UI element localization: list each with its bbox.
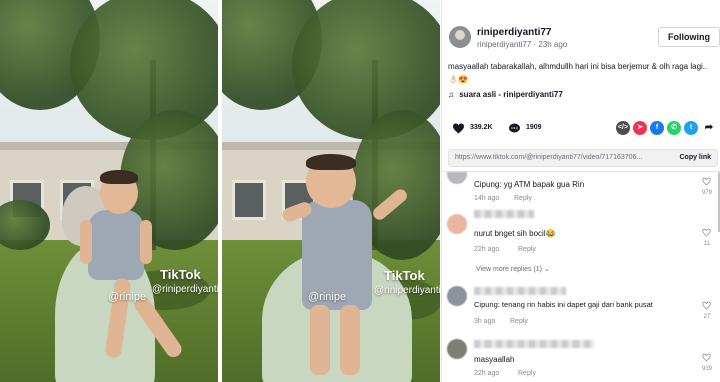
- comment-author-redacted: [474, 287, 566, 295]
- reply-button[interactable]: Reply: [514, 195, 532, 202]
- comment-like-count: 27: [703, 314, 711, 320]
- view-more-replies-label: View more replies (1): [476, 266, 543, 273]
- author-avatar[interactable]: [449, 26, 471, 48]
- comments-divider: [442, 171, 720, 172]
- comment-body: masyaallah: [474, 355, 515, 364]
- commenter-avatar[interactable]: [447, 172, 467, 184]
- copy-link-button[interactable]: Copy link: [679, 154, 711, 161]
- copy-link-box: https://www.tiktok.com/@riniperdiyanti77…: [448, 149, 718, 167]
- comment-time: 14h ago: [474, 195, 500, 202]
- reply-button[interactable]: Reply: [510, 318, 528, 325]
- comment-text: Cipung: yg ATM bapak gua Rin: [474, 180, 584, 189]
- comment-heart-icon[interactable]: [702, 177, 711, 186]
- comment-body: Cipung: tenang rin habis ini dapet gaji …: [474, 300, 653, 309]
- comment-heart-icon[interactable]: [702, 353, 711, 362]
- facebook-icon[interactable]: f: [650, 121, 664, 135]
- comment-time: 3h ago: [474, 318, 496, 325]
- commenter-avatar[interactable]: [447, 214, 467, 234]
- comment-body: nurut bnget sih bocil😂: [474, 229, 556, 238]
- author-subline: riniperdiyanti77 · 23h ago: [477, 40, 568, 49]
- tiktok-watermark-logo: TikTok: [160, 267, 201, 282]
- comment-time: 22h ago: [474, 246, 500, 253]
- comment-count: 1909: [526, 124, 542, 131]
- music-note-icon: ♫: [448, 90, 454, 99]
- tiktok-watermark-user: @riniperdiyanti77: [374, 285, 440, 296]
- comment-time: 22h ago: [474, 370, 500, 377]
- video-handle-overlay: @rinipe: [308, 291, 347, 303]
- garden-scene: [0, 0, 218, 382]
- comment-body: : yg ATM bapak gua Rin: [499, 180, 585, 189]
- comment-icon[interactable]: [508, 123, 521, 134]
- garden-scene: [222, 0, 440, 382]
- like-count: 339.2K: [470, 124, 493, 131]
- video-still-2[interactable]: TikTok @riniperdiyanti77 @rinipe: [222, 0, 440, 382]
- commenter-avatar[interactable]: [447, 286, 467, 306]
- comment-author-redacted: [474, 210, 534, 218]
- engagement-bar: 339.2K 1909 </> ➤ f ✆ t ➦: [448, 121, 718, 137]
- comment-like-count: 11: [703, 241, 711, 247]
- post-caption: masyaallah tabarakallah, alhmdullh hari …: [448, 62, 708, 84]
- embed-icon[interactable]: </>: [616, 121, 630, 135]
- video-still-1[interactable]: TikTok @riniperdiyanti77 @rinipe: [0, 0, 218, 382]
- whatsapp-icon[interactable]: ✆: [667, 121, 681, 135]
- comment-author[interactable]: Cipung: [474, 180, 499, 189]
- comment-heart-icon[interactable]: [702, 228, 711, 237]
- twitter-icon[interactable]: t: [684, 121, 698, 135]
- view-more-replies[interactable]: View more replies (1) ⌄: [476, 265, 550, 273]
- author-username[interactable]: riniperdiyanti77: [477, 27, 551, 38]
- chevron-down-icon: ⌄: [543, 266, 550, 273]
- reply-button[interactable]: Reply: [518, 370, 536, 377]
- send-icon[interactable]: ➤: [633, 121, 647, 135]
- comment-author-redacted: [474, 340, 594, 348]
- video-handle-overlay: @rinipe: [108, 291, 147, 303]
- reply-button[interactable]: Reply: [518, 246, 536, 253]
- comment-heart-icon[interactable]: [702, 301, 711, 310]
- tiktok-watermark-user: @riniperdiyanti77: [152, 284, 218, 295]
- post-detail-panel: riniperdiyanti77 riniperdiyanti77 · 23h …: [441, 0, 720, 382]
- sound-label: suara asli - riniperdiyanti77: [459, 90, 563, 99]
- comment-like-count: 979: [701, 190, 712, 196]
- sound-link[interactable]: ♫ suara asli - riniperdiyanti77: [448, 90, 563, 99]
- video-link[interactable]: https://www.tiktok.com/@riniperdiyanti77…: [455, 154, 642, 161]
- following-button[interactable]: Following: [658, 27, 720, 47]
- share-arrow-icon[interactable]: ➦: [702, 121, 716, 135]
- heart-icon[interactable]: [452, 123, 465, 134]
- tiktok-watermark-logo: TikTok: [384, 268, 425, 283]
- comment-like-count: 939: [701, 366, 712, 372]
- commenter-avatar[interactable]: [447, 339, 467, 359]
